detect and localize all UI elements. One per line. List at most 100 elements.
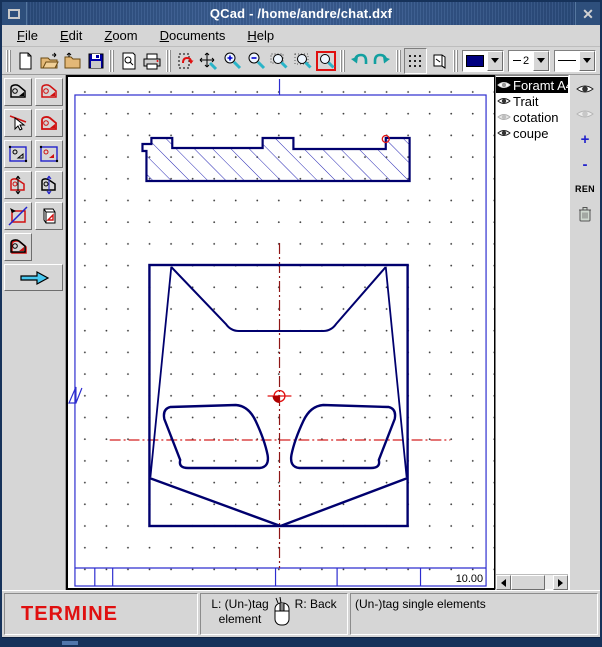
- menu-documents[interactable]: Documents: [151, 26, 235, 45]
- delete-layer-button[interactable]: [574, 205, 596, 223]
- open-file-button[interactable]: [37, 48, 61, 74]
- redraw-button[interactable]: [173, 48, 197, 74]
- select-all-button[interactable]: [35, 78, 63, 106]
- entity-black-red-icon: [7, 236, 29, 258]
- color-combo[interactable]: [462, 50, 504, 72]
- zoom-out-icon: [246, 51, 266, 71]
- line-width-value: 2: [523, 55, 529, 67]
- zoom-in-button[interactable]: [220, 48, 244, 74]
- menu-help[interactable]: Help: [238, 26, 283, 45]
- scroll-left-button[interactable]: [496, 575, 511, 590]
- width-sample-line: [513, 60, 521, 61]
- deselect-intersected-button[interactable]: [4, 171, 32, 199]
- layer-name: cotation: [513, 110, 559, 125]
- save-icon: [86, 51, 106, 71]
- toolbar-grip[interactable]: [396, 50, 401, 72]
- menu-file[interactable]: File: [8, 26, 47, 45]
- width-combo-arrow[interactable]: [533, 51, 549, 71]
- system-menu-icon: [8, 9, 20, 19]
- intersect-black-icon: [38, 174, 60, 196]
- layer-item-cotation[interactable]: cotation: [496, 109, 568, 125]
- select-contour-button[interactable]: [35, 109, 63, 137]
- menu-zoom[interactable]: Zoom: [95, 26, 146, 45]
- remove-layer-button[interactable]: -: [574, 155, 596, 173]
- print-preview-button[interactable]: [117, 48, 141, 74]
- zoom-pan-icon: [198, 51, 218, 71]
- scrollbar-thumb[interactable]: [511, 575, 545, 590]
- select-layer-button[interactable]: [35, 202, 63, 230]
- resize-handle[interactable]: [62, 641, 78, 645]
- main-toolbar: 2: [2, 47, 600, 75]
- layer-doc-icon: [38, 205, 60, 227]
- layer-item-coupe[interactable]: coupe: [496, 125, 568, 141]
- zoom-previous-icon: [316, 51, 336, 71]
- redo-button[interactable]: [371, 48, 395, 74]
- zoom-auto-button[interactable]: [291, 48, 315, 74]
- undo-icon: [349, 51, 369, 71]
- trash-icon: [578, 206, 592, 222]
- select-window-button[interactable]: [35, 140, 63, 168]
- undo-button[interactable]: [347, 48, 371, 74]
- hide-layer-button[interactable]: [574, 105, 596, 123]
- deselect-window-button[interactable]: [4, 140, 32, 168]
- toolbar-grip[interactable]: [166, 50, 171, 72]
- grid-toggle-button[interactable]: [404, 48, 428, 74]
- select-entity-button[interactable]: [4, 109, 32, 137]
- title-block-scale: 10.00: [456, 573, 483, 585]
- print-icon: [142, 51, 162, 71]
- zoom-previous-button[interactable]: [314, 48, 338, 74]
- color-combo-arrow[interactable]: [487, 51, 503, 71]
- select-intersection-button[interactable]: [4, 202, 32, 230]
- toolbar-grip[interactable]: [109, 50, 114, 72]
- toolbar-grip[interactable]: [6, 50, 11, 72]
- zoom-window-button[interactable]: [267, 48, 291, 74]
- window-bottom-border[interactable]: [2, 637, 600, 647]
- layer-name: Foramt A4: [513, 78, 568, 93]
- layer-item-format-a4[interactable]: Foramt A4: [496, 77, 568, 93]
- chevron-down-icon: [537, 58, 545, 63]
- add-layer-button[interactable]: +: [574, 130, 596, 148]
- line-style-combo[interactable]: [554, 50, 596, 72]
- zoom-in-icon: [222, 51, 242, 71]
- titlebar[interactable]: QCad - /home/andre/chat.dxf ✕: [2, 0, 600, 25]
- new-file-button[interactable]: [13, 48, 37, 74]
- toolbar-grip[interactable]: [453, 50, 458, 72]
- mouse-icon: [272, 597, 292, 627]
- continue-action-button[interactable]: [4, 264, 63, 291]
- zoom-out-button[interactable]: [244, 48, 268, 74]
- select-intersected-button[interactable]: [35, 171, 63, 199]
- layer-panel: Foramt A4 Trait cotation: [495, 75, 600, 590]
- qcad-window: QCad - /home/andre/chat.dxf ✕ File Edit …: [0, 0, 602, 647]
- menubar: File Edit Zoom Documents Help: [2, 25, 600, 47]
- rename-layer-button[interactable]: REN: [574, 180, 596, 198]
- plus-icon: +: [581, 132, 590, 147]
- deselect-all-button[interactable]: [4, 78, 32, 106]
- zoom-pan-button[interactable]: [197, 48, 221, 74]
- continue-arrow-icon: [17, 269, 51, 287]
- save-button[interactable]: [84, 48, 108, 74]
- left-mouse-action: L: (Un-)tag element: [211, 597, 268, 627]
- close-button[interactable]: ✕: [575, 2, 600, 25]
- linestyle-combo-arrow[interactable]: [579, 51, 595, 71]
- line-width-combo[interactable]: 2: [508, 50, 550, 72]
- chevron-down-icon: [583, 58, 591, 63]
- layer-item-trait[interactable]: Trait: [496, 93, 568, 109]
- scroll-right-button[interactable]: [553, 575, 568, 590]
- eye-visible-icon: [497, 96, 511, 106]
- import-button[interactable]: [60, 48, 84, 74]
- menu-edit[interactable]: Edit: [51, 26, 91, 45]
- invert-selection-button[interactable]: [4, 233, 32, 261]
- print-button[interactable]: [140, 48, 164, 74]
- system-menu-button[interactable]: [2, 2, 27, 25]
- show-layer-button[interactable]: [574, 80, 596, 98]
- cad-drawing[interactable]: 10.00: [68, 77, 494, 588]
- drawing-canvas[interactable]: 10.00: [66, 75, 495, 590]
- tool-palette: [2, 75, 66, 590]
- main-area: 10.00: [2, 75, 600, 590]
- layer-list-hscrollbar[interactable]: [496, 574, 568, 589]
- isometric-view-button[interactable]: [427, 48, 451, 74]
- layer-toolbar: + - REN: [569, 75, 600, 590]
- open-file-icon: [39, 51, 59, 71]
- toolbar-grip[interactable]: [340, 50, 345, 72]
- eye-hidden-icon: [576, 108, 594, 120]
